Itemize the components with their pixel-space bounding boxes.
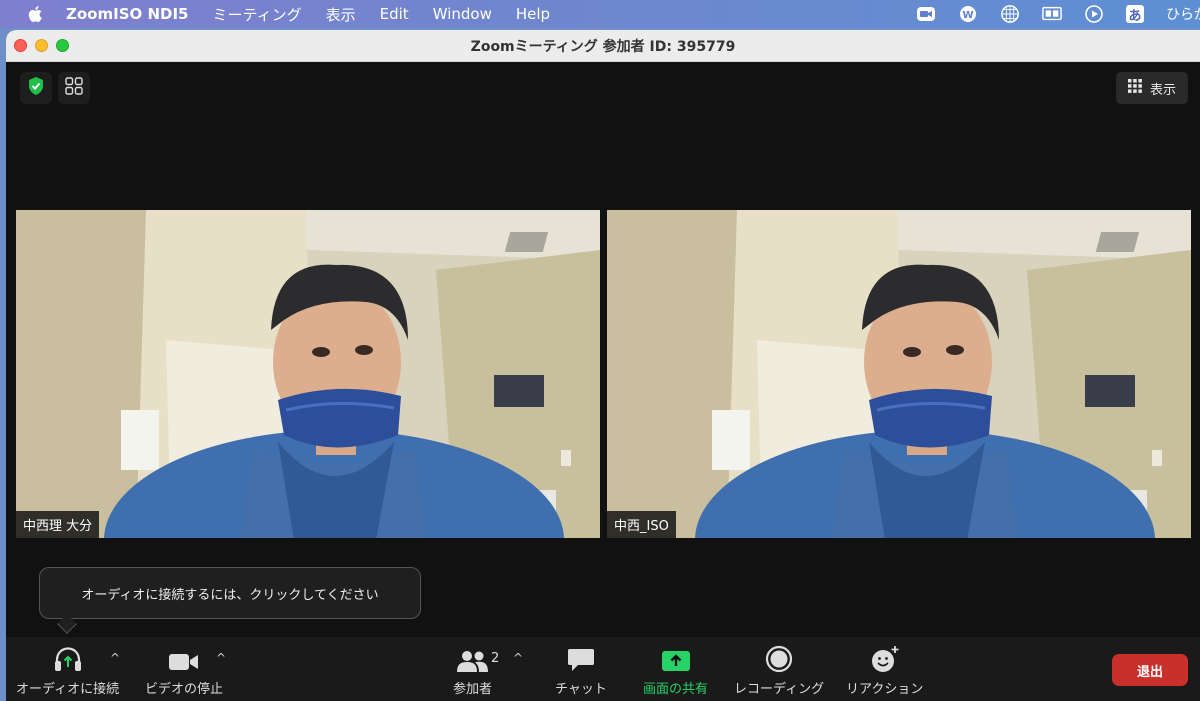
video-options-caret[interactable]: ^ <box>216 651 226 665</box>
meeting-toolbar: オーディオに接続 ^ ビデオの停止 ^ 参加者 2 ^ チャット 画面の共有 レ… <box>6 637 1200 701</box>
display-icon[interactable] <box>1042 4 1062 24</box>
menu-bar: ZoomISO NDI5 ミーティング 表示 Edit Window Help … <box>0 0 1200 28</box>
participants-button[interactable]: 参加者 <box>453 643 492 697</box>
chat-bubble-icon <box>567 643 595 673</box>
audio-options-caret[interactable]: ^ <box>110 651 120 665</box>
play-circle-icon[interactable] <box>1084 4 1104 24</box>
chat-button[interactable]: チャット <box>555 643 607 697</box>
menu-window[interactable]: Window <box>433 5 492 23</box>
participants-label: 参加者 <box>453 682 493 697</box>
video-camera-icon <box>168 643 200 673</box>
stop-video-label: ビデオの停止 <box>145 682 224 697</box>
participant-video <box>607 210 1191 538</box>
close-window-button[interactable] <box>14 39 27 52</box>
participant-name-tag: 中西理 大分 <box>16 511 100 538</box>
participant-video <box>16 210 600 538</box>
participant-name-tag: 中西_ISO <box>607 511 676 538</box>
reactions-label: リアクション <box>846 682 924 697</box>
zoom-window: Zoomミーティング 参加者 ID: 395779 表示 中西理 大分 中西_I… <box>6 30 1200 701</box>
reactions-button[interactable]: リアクション <box>846 643 923 697</box>
menu-edit[interactable]: Edit <box>380 5 409 23</box>
headphones-icon <box>52 643 84 673</box>
menu-help[interactable]: Help <box>516 5 550 23</box>
join-audio-label: オーディオに接続 <box>16 682 120 697</box>
window-title: Zoomミーティング 参加者 ID: 395779 <box>470 38 736 55</box>
video-tile[interactable]: 中西理 大分 <box>16 210 600 538</box>
svg-text:W: W <box>962 10 973 21</box>
menu-view[interactable]: 表示 <box>326 4 356 25</box>
record-icon <box>765 643 793 673</box>
record-button[interactable]: レコーディング <box>734 643 824 697</box>
share-screen-icon <box>661 643 691 673</box>
participants-count: 2 <box>491 651 500 666</box>
minimize-window-button[interactable] <box>35 39 48 52</box>
globe-grid-icon[interactable] <box>1000 4 1020 24</box>
share-screen-label: 画面の共有 <box>643 682 709 697</box>
chat-label: チャット <box>555 682 607 697</box>
participants-icon <box>456 643 490 673</box>
share-screen-button[interactable]: 画面の共有 <box>643 643 708 697</box>
shield-check-icon <box>27 76 45 100</box>
meeting-info-button[interactable] <box>58 72 90 104</box>
zoom-status-icon[interactable] <box>916 4 936 24</box>
word-icon[interactable]: W <box>958 4 978 24</box>
join-audio-button[interactable]: オーディオに接続 <box>16 643 119 697</box>
input-method-label[interactable]: ひらが <box>1166 4 1200 24</box>
grid-squares-icon <box>65 77 83 99</box>
audio-connect-tooltip[interactable]: オーディオに接続するには、クリックしてください <box>39 567 421 619</box>
menu-meeting[interactable]: ミーティング <box>213 4 302 25</box>
leave-meeting-button[interactable]: 退出 <box>1112 654 1188 686</box>
smiley-add-icon <box>869 643 901 673</box>
video-tile[interactable]: 中西_ISO <box>607 210 1191 538</box>
app-menu[interactable]: ZoomISO NDI5 <box>66 5 189 23</box>
title-bar: Zoomミーティング 参加者 ID: 395779 <box>6 30 1200 62</box>
apple-icon[interactable] <box>26 4 46 24</box>
participants-options-caret[interactable]: ^ <box>513 651 523 665</box>
input-method-icon[interactable]: あ <box>1126 5 1144 24</box>
view-layout-label: 表示 <box>1149 82 1176 98</box>
record-label: レコーディング <box>734 682 825 697</box>
meeting-stage: 表示 中西理 大分 中西_ISO オーディオに接続するには、クリックしてください <box>6 62 1200 637</box>
stop-video-button[interactable]: ビデオの停止 <box>145 643 223 697</box>
view-layout-button[interactable]: 表示 <box>1115 72 1188 104</box>
zoom-window-button[interactable] <box>56 39 69 52</box>
grid-view-icon <box>1127 79 1142 97</box>
security-button[interactable] <box>20 72 52 104</box>
